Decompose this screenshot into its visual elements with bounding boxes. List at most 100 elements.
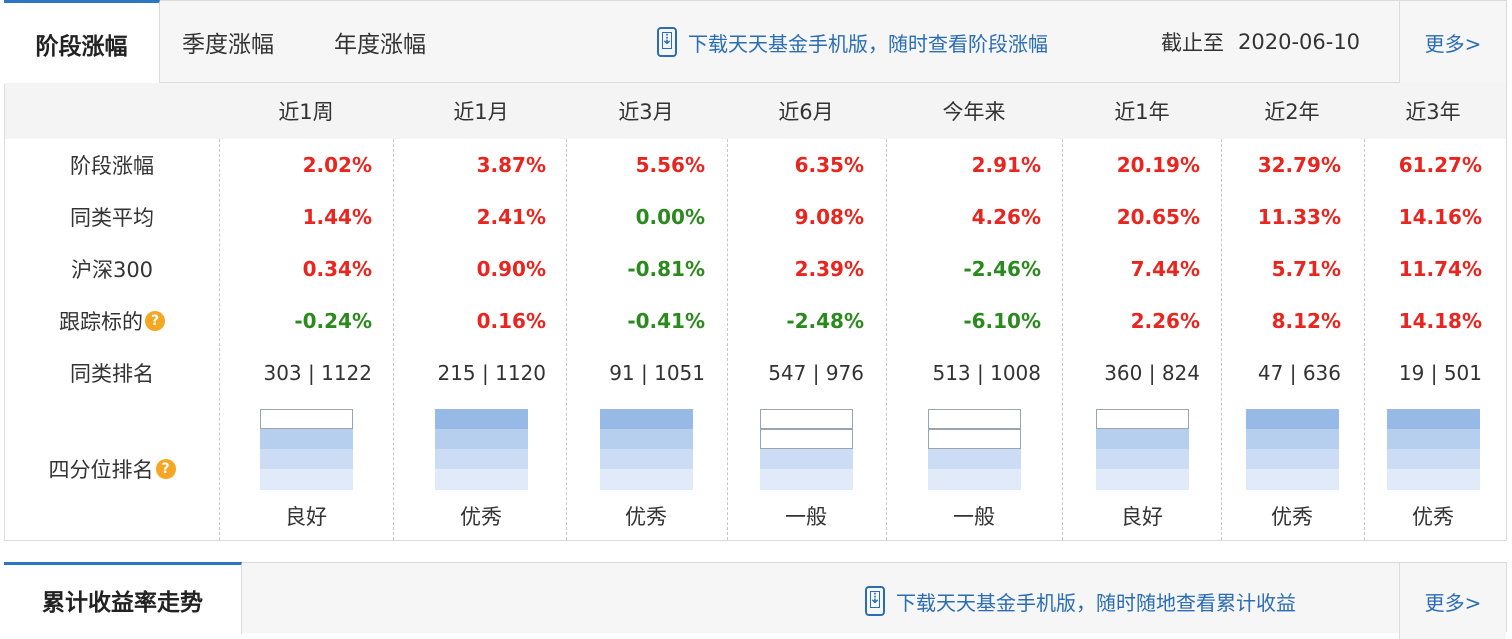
value-cell: 91 | 1051	[609, 361, 705, 385]
as-of-date: 截止至 2020-06-10	[1161, 1, 1360, 83]
value-cell: -2.48%	[786, 309, 864, 333]
quartile-segment	[600, 429, 693, 449]
mobile-phone-icon	[657, 27, 677, 57]
value-cell: -0.24%	[294, 309, 372, 333]
value-cell: 2.02%	[302, 153, 372, 177]
quartile-bar	[435, 409, 528, 491]
quartile-bar	[760, 409, 853, 491]
download-app-link[interactable]: 下载天天基金手机版，随时查看阶段涨幅	[657, 1, 1048, 83]
tab-stage-performance[interactable]: 阶段涨幅	[4, 0, 160, 84]
more-link[interactable]: 更多>	[1399, 1, 1506, 83]
tab-annual-performance[interactable]: 年度涨幅	[334, 1, 426, 83]
value-cell: 20.19%	[1116, 153, 1200, 177]
quartile-rating: 优秀	[625, 505, 667, 529]
column-header-3m: 近3月	[618, 100, 674, 124]
value-cell: 303 | 1122	[263, 361, 372, 385]
quartile-segment	[760, 409, 853, 429]
value-cell: 11.74%	[1398, 257, 1482, 281]
value-cell: 0.16%	[476, 309, 546, 333]
stage-performance-panel: 阶段涨幅 季度涨幅 年度涨幅 下载天天基金手机版，随时查看阶段涨幅 截止至 20…	[4, 0, 1507, 541]
quartile-segment	[600, 469, 693, 490]
row-label-stage-return: 阶段涨幅	[5, 139, 219, 191]
value-cell: 215 | 1120	[437, 361, 546, 385]
column-header-ytd: 今年来	[942, 100, 1006, 124]
value-cell: 547 | 976	[768, 361, 864, 385]
quartile-segment	[600, 449, 693, 469]
row-label-text: 四分位排名	[48, 458, 154, 482]
value-cell: 7.44%	[1130, 257, 1200, 281]
quartile-segment	[1387, 469, 1480, 490]
tab-bar: 阶段涨幅 季度涨幅 年度涨幅 下载天天基金手机版，随时查看阶段涨幅 截止至 20…	[4, 0, 1506, 84]
quartile-segment	[435, 469, 528, 490]
mobile-phone-icon	[865, 586, 885, 616]
value-cell: 14.16%	[1398, 205, 1482, 229]
quartile-segment	[260, 469, 353, 490]
quartile-rating: 优秀	[1271, 505, 1313, 529]
cumulative-return-panel: 累计收益率走势 下载天天基金手机版，随时随地查看累计收益 更多>	[4, 562, 1507, 639]
value-cell: 2.91%	[971, 153, 1041, 177]
row-label-text: 沪深300	[70, 258, 154, 282]
value-cell: 360 | 824	[1104, 361, 1200, 385]
quartile-segment	[760, 429, 853, 449]
value-cell: 3.87%	[476, 153, 546, 177]
quartile-segment	[435, 429, 528, 449]
row-label-text: 同类排名	[70, 362, 154, 386]
value-cell: 32.79%	[1257, 153, 1341, 177]
quartile-segment	[260, 449, 353, 469]
column-header-1y: 近1年	[1114, 100, 1170, 124]
value-cell: 4.26%	[971, 205, 1041, 229]
quartile-segment	[1246, 449, 1339, 469]
quartile-segment	[1387, 449, 1480, 469]
value-cell: 9.08%	[794, 205, 864, 229]
help-question-icon[interactable]: ?	[145, 311, 165, 331]
value-cell: 8.12%	[1271, 309, 1341, 333]
column-header-6m: 近6月	[778, 100, 834, 124]
quartile-rating: 良好	[1121, 505, 1163, 529]
row-label-text: 跟踪标的	[59, 310, 143, 334]
help-question-icon[interactable]: ?	[155, 459, 176, 479]
tab-quarterly-performance[interactable]: 季度涨幅	[182, 1, 274, 83]
value-cell: -0.41%	[627, 309, 705, 333]
value-cell: 0.00%	[635, 205, 705, 229]
quartile-segment	[928, 449, 1021, 469]
section-header: 累计收益率走势 下载天天基金手机版，随时随地查看累计收益 更多>	[4, 562, 1506, 639]
value-cell: 2.39%	[794, 257, 864, 281]
column-header-3y: 近3年	[1405, 100, 1461, 124]
quartile-bar	[1246, 409, 1339, 491]
value-cell: 2.26%	[1130, 309, 1200, 333]
quartile-segment	[1096, 469, 1189, 490]
value-cell: -0.81%	[627, 257, 705, 281]
value-cell: 6.35%	[794, 153, 864, 177]
quartile-segment	[1246, 429, 1339, 449]
quartile-rating: 优秀	[1412, 505, 1454, 529]
row-label-peer-rank: 同类排名	[5, 347, 219, 399]
quartile-segment	[1096, 449, 1189, 469]
row-label-tracking-index: 跟踪标的?	[5, 295, 219, 347]
quartile-segment	[260, 429, 353, 449]
value-cell: 61.27%	[1398, 153, 1482, 177]
quartile-bar	[260, 409, 353, 491]
quartile-segment	[1387, 429, 1480, 449]
quartile-rating: 优秀	[460, 505, 502, 529]
row-label-peer-average: 同类平均	[5, 191, 219, 243]
quartile-segment	[928, 409, 1021, 429]
value-cell: -6.10%	[963, 309, 1041, 333]
value-cell: -2.46%	[963, 257, 1041, 281]
quartile-segment	[928, 469, 1021, 490]
value-cell: 5.56%	[635, 153, 705, 177]
quartile-segment	[600, 409, 693, 429]
quartile-segment	[435, 449, 528, 469]
row-label-csi300: 沪深300	[5, 243, 219, 295]
column-header-2y: 近2年	[1264, 100, 1320, 124]
value-cell: 47 | 636	[1257, 361, 1341, 385]
quartile-rating: 良好	[285, 505, 327, 529]
column-header-1w: 近1周	[278, 100, 334, 124]
value-cell: 11.33%	[1257, 205, 1341, 229]
download-app-text: 下载天天基金手机版，随时查看阶段涨幅	[688, 31, 1048, 56]
quartile-segment	[435, 409, 528, 429]
section-title[interactable]: 累计收益率走势	[4, 562, 242, 634]
column-header-1m: 近1月	[453, 100, 509, 124]
quartile-segment	[1387, 409, 1480, 429]
quartile-segment	[760, 469, 853, 490]
quartile-bar	[1096, 409, 1189, 491]
